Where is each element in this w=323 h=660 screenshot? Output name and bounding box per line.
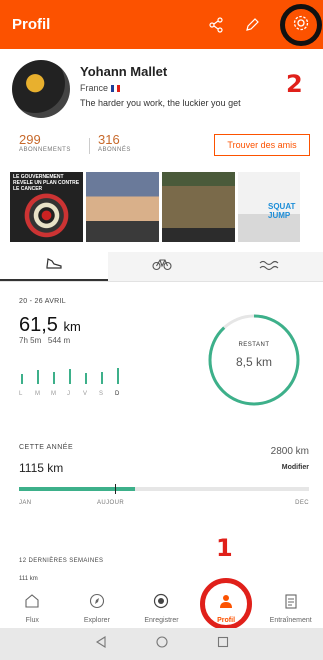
day-bar: [85, 373, 87, 384]
day-bar: [53, 372, 55, 384]
nav-label: Explorer: [83, 617, 110, 624]
top-bar: Profil: [0, 0, 323, 49]
day-bar: [21, 374, 23, 384]
flag-icon: [111, 85, 121, 93]
weekly-summary: 20 - 26 AVRIL 61,5 km 7h 5m 544 m L M M J V S…: [0, 290, 323, 410]
tab-ride[interactable]: [107, 252, 216, 281]
followers-stat[interactable]: 299 ABONNEMENTS: [19, 132, 71, 153]
day-label: L: [19, 391, 23, 397]
annotation-one: 1: [216, 534, 233, 562]
profile-country: France: [80, 83, 121, 93]
week-details: 7h 5m 544 m: [19, 336, 70, 345]
year-goal: 2800 km: [270, 446, 309, 457]
home-icon: [24, 593, 40, 614]
compass-icon: [89, 593, 105, 614]
today-marker: [114, 484, 116, 494]
nav-flux[interactable]: Flux: [0, 585, 65, 628]
bottom-nav: Flux Explorer Enregistrer Profil Entraîn…: [0, 585, 323, 628]
year-progress-track: [19, 484, 309, 494]
swim-icon: [259, 258, 279, 276]
settings-button[interactable]: [280, 4, 322, 46]
home-button-icon[interactable]: [155, 635, 168, 653]
photo-thumbnail[interactable]: SQUAT JUMP: [238, 172, 300, 242]
following-stat[interactable]: 316 ABONNÉS: [98, 132, 131, 153]
following-count: 316: [98, 132, 120, 147]
day-labels: LMMJVSD: [19, 391, 129, 401]
recents-icon[interactable]: [217, 635, 229, 653]
week-distance: 61,5 km: [19, 314, 81, 337]
nav-label: Entraînement: [269, 617, 312, 624]
photo-strip: LE GOUVERNEMENT REVELE UN PLAN CONTRE LE…: [10, 172, 323, 242]
day-bar: [101, 372, 103, 384]
tab-run[interactable]: [0, 252, 108, 281]
year-label: CETTE ANNÉE: [19, 444, 74, 451]
followers-label: ABONNEMENTS: [19, 147, 71, 153]
following-label: ABONNÉS: [98, 147, 131, 153]
page-title: Profil: [12, 16, 51, 33]
nav-explorer[interactable]: Explorer: [65, 585, 130, 628]
profile-name: Yohann Mallet: [80, 64, 168, 79]
bike-icon: [151, 257, 172, 276]
share-icon[interactable]: [205, 14, 227, 36]
nav-training[interactable]: Entraînement: [258, 585, 323, 628]
today-label: AUJOUR: [97, 500, 125, 506]
annotation-circle: [200, 578, 252, 630]
remaining-label: RESTANT: [238, 342, 270, 348]
week-time: 7h 5m: [19, 336, 42, 345]
gear-icon: [292, 14, 310, 37]
year-progress-fill: [19, 487, 135, 491]
android-nav-bar: [0, 628, 323, 660]
tab-swim[interactable]: [215, 252, 323, 281]
photo-thumbnail[interactable]: LE GOUVERNEMENT REVELE UN PLAN CONTRE LE…: [10, 172, 83, 242]
photo-caption: SQUAT JUMP: [268, 202, 296, 220]
yearly-goal: CETTE ANNÉE 1115 km 2800 km Modifier JAN…: [0, 440, 323, 520]
nav-record[interactable]: Enregistrer: [129, 585, 194, 628]
pencil-icon[interactable]: [241, 14, 263, 36]
sport-tabs: [0, 252, 323, 282]
divider: [89, 138, 90, 154]
year-end-label: DEC: [295, 500, 309, 506]
calendar-icon: [283, 593, 299, 614]
shoe-icon: [45, 256, 63, 275]
day-bar: [117, 368, 119, 384]
week-range: 20 - 26 AVRIL: [19, 298, 66, 305]
day-label: J: [67, 391, 70, 397]
day-bar: [69, 369, 71, 384]
record-icon: [153, 593, 169, 614]
photo-thumbnail[interactable]: [162, 172, 235, 242]
nav-label: Flux: [25, 617, 39, 624]
last-12-weeks-axis: 111 km: [19, 576, 38, 582]
day-label: S: [99, 391, 104, 397]
week-elevation: 544 m: [47, 336, 71, 345]
distance-value: 61,5: [19, 314, 58, 336]
photo-thumbnail[interactable]: [86, 172, 159, 242]
last-12-weeks-label: 12 DERNIÈRES SEMAINES: [19, 558, 104, 564]
find-friends-button[interactable]: Trouver des amis: [214, 134, 310, 156]
distance-unit: km: [63, 319, 81, 334]
day-label: D: [115, 391, 120, 397]
daily-bars: [19, 362, 129, 384]
edit-goal-button[interactable]: Modifier: [282, 464, 309, 471]
remaining-value: 8,5 km: [235, 355, 272, 369]
day-label: M: [35, 391, 40, 397]
avatar[interactable]: [12, 60, 70, 118]
profile-motto: The harder you work, the luckier you get: [80, 98, 241, 108]
country-label: France: [80, 83, 109, 93]
photo-caption: LE GOUVERNEMENT REVELE UN PLAN CONTRE LE…: [13, 174, 80, 192]
followers-count: 299: [19, 132, 41, 147]
profile-header: Yohann Mallet France The harder you work…: [0, 56, 323, 126]
back-icon[interactable]: [95, 635, 107, 653]
year-done: 1115 km: [19, 461, 64, 475]
nav-label: Enregistrer: [144, 617, 179, 624]
day-label: M: [51, 391, 56, 397]
day-bar: [37, 370, 39, 384]
year-start-label: JAN: [19, 500, 32, 506]
day-label: V: [83, 391, 88, 397]
